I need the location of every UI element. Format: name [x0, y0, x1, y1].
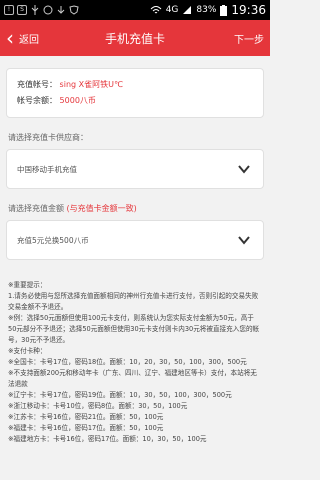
amount-select[interactable]: 充值5元兑换500八币: [6, 220, 264, 260]
chevron-down-icon: [238, 165, 250, 174]
note-line: ※江苏卡：卡号16位，密码21位。面额：50，100元: [8, 413, 164, 421]
title-bar: ‹ 返回 手机充值卡 下一步: [0, 20, 270, 56]
chevron-left-icon: ‹: [6, 26, 14, 50]
amount-label: 请选择充值金额: [8, 204, 64, 213]
recharge-account-extra: X雀阿铁U℃: [78, 80, 123, 89]
amount-label-row: 请选择充值金额 (与充值卡金额一致): [8, 203, 262, 214]
android-icon: [43, 5, 53, 15]
note-line: ※重要提示：: [8, 281, 47, 289]
note-line: ※福建卡：卡号16位，密码17位。面额：50，100元: [8, 424, 164, 432]
note-line: ※全国卡：卡号17位，密码18位。面额：10，20，30，50，100，300，…: [8, 358, 247, 366]
recharge-account-row: 充值帐号： sing X雀阿铁U℃: [17, 77, 253, 93]
operator-select[interactable]: 中国移动手机充值: [6, 149, 264, 189]
note-line: ※浙江移动卡：卡号10位，密码8位。面额：30，50，100元: [8, 402, 188, 410]
back-label: 返回: [19, 34, 39, 46]
important-notes: ※重要提示： 1.请务必使用与您所选择充值面额相同的神州行充值卡进行支付，否则引…: [8, 280, 262, 445]
download-icon: [57, 6, 65, 14]
clock: 19:36: [231, 3, 266, 17]
operator-label: 请选择充值卡供应商：: [8, 133, 88, 142]
note-line: ※辽宁卡：卡号17位，密码19位。面额：10，30，50，100，300，500…: [8, 391, 232, 399]
note-line: ※不支持面额200元和移动年卡（广东、四川、辽宁、福建地区等卡）支付，本站将无法…: [8, 369, 257, 388]
shield-icon: [69, 5, 79, 15]
back-button[interactable]: ‹ 返回: [0, 20, 39, 56]
note-line: ※支付卡种：: [8, 347, 47, 355]
recharge-account-label: 充值帐号：: [17, 80, 57, 89]
app-icon: S: [17, 5, 27, 15]
network-type: 4G: [165, 5, 179, 15]
note-line: 1.请务必使用与您所选择充值面额相同的神州行充值卡进行支付，否则引起的交易失败交…: [8, 292, 259, 311]
balance-value: 5000八币: [59, 96, 96, 105]
usb-icon: [31, 5, 39, 15]
signal-icon: [183, 6, 192, 14]
chevron-down-icon: [238, 236, 250, 245]
notification-icon: !: [4, 5, 14, 15]
battery-icon: [220, 4, 228, 16]
balance-row: 帐号余额： 5000八币: [17, 93, 253, 109]
next-step-button[interactable]: 下一步: [234, 31, 270, 46]
page-title: 手机充值卡: [104, 31, 165, 46]
balance-label: 帐号余额：: [17, 96, 57, 105]
status-bar: ! S 4G 83% 19:36: [0, 0, 270, 20]
operator-selected-value: 中国移动手机充值: [17, 164, 77, 174]
amount-hint: (与充值卡金额一致): [66, 204, 137, 213]
battery-percent: 83%: [196, 5, 217, 15]
amount-selected-value: 充值5元兑换500八币: [17, 235, 89, 245]
note-line: ※例：选择50元面额但使用100元卡支付，则系统认为您实际支付金额为50元，高于…: [8, 314, 260, 344]
recharge-account-value: sing: [59, 80, 77, 89]
account-info-card: 充值帐号： sing X雀阿铁U℃ 帐号余额： 5000八币: [6, 68, 264, 118]
note-line: ※福建地方卡：卡号16位，密码17位。面额：10，30，50，100元: [8, 435, 207, 443]
wifi-icon: [150, 6, 162, 14]
